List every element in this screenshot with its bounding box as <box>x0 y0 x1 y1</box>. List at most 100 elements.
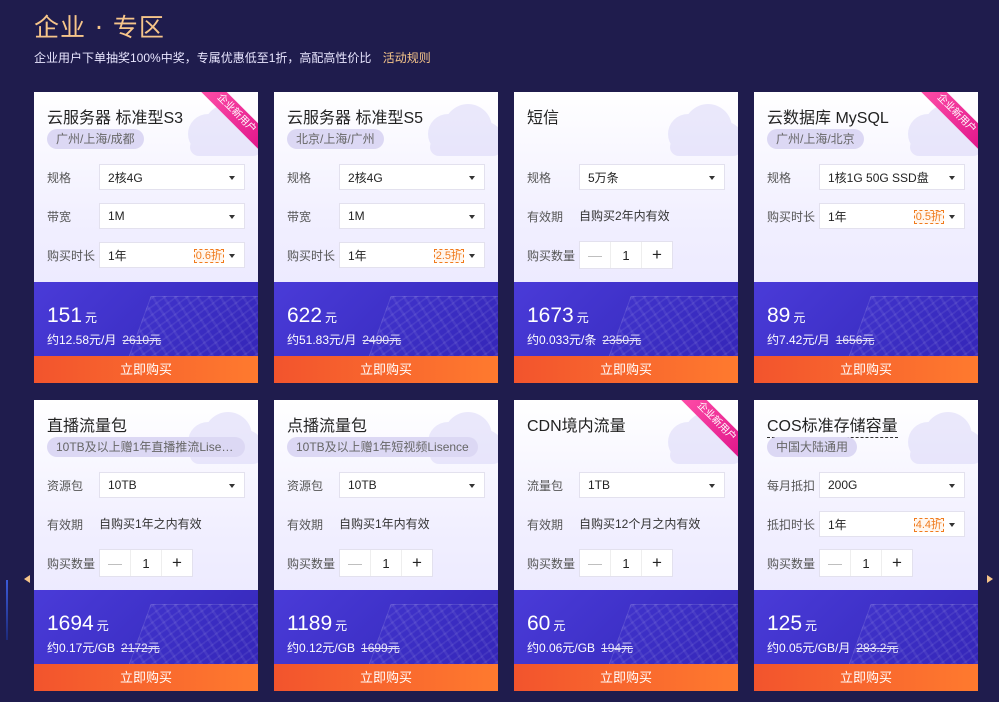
unit-price: 约0.05元/GB/月 <box>767 641 851 655</box>
row-label: 购买数量 <box>287 556 336 571</box>
price: 1189 元 <box>287 612 347 636</box>
minus-icon[interactable]: — <box>340 550 371 576</box>
quantity-value[interactable]: 1 <box>611 242 641 268</box>
row-label: 带宽 <box>287 209 312 224</box>
unit-price-line: 约7.42元/月 1656元 <box>767 331 874 348</box>
product-card: 直播流量包 10TB及以上赠1年直播推流Lisence 资源包 10TB 有效期 自购买1… <box>34 400 258 691</box>
discount-tag: 2.5折 <box>433 249 464 263</box>
discount-tag: 0.6折 <box>193 249 224 263</box>
plus-icon[interactable]: + <box>641 550 672 576</box>
buy-now-button[interactable]: 立即购买 <box>754 664 978 691</box>
price-value: 1189 <box>287 612 333 635</box>
row-label: 有效期 <box>47 517 84 532</box>
option-select[interactable]: 1核1G 50G SSD盘 <box>819 164 965 190</box>
option-select[interactable]: 1TB <box>579 472 725 498</box>
card-row: 购买时长 <box>47 242 99 268</box>
option-select[interactable]: 1年 2.5折 <box>339 242 485 268</box>
buy-now-button[interactable]: 立即购买 <box>514 356 738 383</box>
buy-now-button[interactable]: 立即购买 <box>274 664 498 691</box>
quantity-value[interactable]: 1 <box>131 550 161 576</box>
card-row: 每月抵扣 <box>767 472 819 498</box>
price-panel: 622 元 约51.83元/月 2490元 <box>274 282 498 356</box>
buy-now-button[interactable]: 立即购买 <box>274 356 498 383</box>
minus-icon[interactable]: — <box>100 550 131 576</box>
row-label: 有效期 <box>527 517 564 532</box>
validity-text: 自购买2年内有效 <box>579 209 670 223</box>
row-label: 抵扣时长 <box>767 517 816 532</box>
chevron-down-icon <box>949 215 955 219</box>
buy-now-button[interactable]: 立即购买 <box>514 664 738 691</box>
unit-price-line: 约0.12元/GB 1699元 <box>287 639 400 656</box>
quantity-stepper[interactable]: —1 + <box>579 241 673 269</box>
buy-now-button[interactable]: 立即购买 <box>34 356 258 383</box>
unit-price: 约12.58元/月 <box>47 333 117 347</box>
price-value: 125 <box>767 612 803 635</box>
card-title: 点播流量包 <box>287 418 368 435</box>
price: 89 元 <box>767 304 805 328</box>
original-price: 2610元 <box>122 333 162 347</box>
option-select[interactable]: 10TB <box>99 472 245 498</box>
option-select[interactable]: 2核4G <box>339 164 485 190</box>
unit-price: 约0.17元/GB <box>47 641 116 655</box>
original-price: 1656元 <box>835 333 875 347</box>
card-title: COS标准存储容量 <box>767 412 898 438</box>
price-value: 89 <box>767 304 791 327</box>
quantity-stepper[interactable]: —1 + <box>819 549 913 577</box>
price-currency: 元 <box>553 619 566 633</box>
row-label: 有效期 <box>287 517 324 532</box>
unit-price: 约0.033元/条 <box>527 333 597 347</box>
card-row: 规格 <box>527 164 579 190</box>
buy-now-button[interactable]: 立即购买 <box>34 664 258 691</box>
card-row: 带宽 <box>47 203 99 229</box>
row-label: 资源包 <box>47 478 84 493</box>
option-select[interactable]: 1年 0.5折 <box>819 203 965 229</box>
quantity-value[interactable]: 1 <box>851 550 881 576</box>
card-row: 购买数量 <box>47 550 99 576</box>
discount-tag: 4.4折 <box>913 518 944 532</box>
card-region-tag: 10TB及以上赠1年直播推流Lisence <box>47 437 245 457</box>
unit-price-line: 约12.58元/月 2610元 <box>47 331 161 348</box>
unit-price: 约51.83元/月 <box>287 333 357 347</box>
carousel-prev-icon[interactable] <box>24 575 30 583</box>
option-select[interactable]: 1年 4.4折 <box>819 511 965 537</box>
minus-icon[interactable]: — <box>820 550 851 576</box>
card-row: 规格 <box>287 164 339 190</box>
option-select[interactable]: 10TB <box>339 472 485 498</box>
price: 125 元 <box>767 612 817 636</box>
price: 1694 元 <box>47 612 109 636</box>
plus-icon[interactable]: + <box>881 550 912 576</box>
option-select[interactable]: 1M <box>339 203 485 229</box>
option-select[interactable]: 200G <box>819 472 965 498</box>
select-value: 1M <box>108 209 125 223</box>
card-row: 购买数量 <box>527 242 579 268</box>
quantity-stepper[interactable]: —1 + <box>99 549 193 577</box>
quantity-value[interactable]: 1 <box>611 550 641 576</box>
quantity-stepper[interactable]: —1 + <box>339 549 433 577</box>
price-panel: 1673 元 约0.033元/条 2350元 <box>514 282 738 356</box>
option-select[interactable]: 5万条 <box>579 164 725 190</box>
plus-icon[interactable]: + <box>401 550 432 576</box>
quantity-value[interactable]: 1 <box>371 550 401 576</box>
quantity-stepper[interactable]: —1 + <box>579 549 673 577</box>
plus-icon[interactable]: + <box>641 242 672 268</box>
validity-text: 自购买12个月之内有效 <box>579 517 701 531</box>
chevron-down-icon <box>709 176 715 180</box>
option-select[interactable]: 2核4G <box>99 164 245 190</box>
row-label: 规格 <box>287 170 312 185</box>
row-label: 规格 <box>767 170 792 185</box>
select-value: 10TB <box>108 478 137 492</box>
option-select[interactable]: 1年 0.6折 <box>99 242 245 268</box>
price-panel: 1189 元 约0.12元/GB 1699元 <box>274 590 498 664</box>
product-card: 云数据库 MySQL 广州/上海/北京 企业新用户 规格 1核1G 50G SSD盘 购买… <box>754 92 978 383</box>
minus-icon[interactable]: — <box>580 242 611 268</box>
buy-now-button[interactable]: 立即购买 <box>754 356 978 383</box>
card-row: 带宽 <box>287 203 339 229</box>
unit-price-line: 约51.83元/月 2490元 <box>287 331 401 348</box>
carousel-next-icon[interactable] <box>987 575 993 583</box>
option-select[interactable]: 1M <box>99 203 245 229</box>
select-value: 10TB <box>348 478 377 492</box>
rules-link[interactable]: 活动规则 <box>383 51 431 65</box>
plus-icon[interactable]: + <box>161 550 192 576</box>
card-row: 有效期 <box>47 511 99 537</box>
minus-icon[interactable]: — <box>580 550 611 576</box>
